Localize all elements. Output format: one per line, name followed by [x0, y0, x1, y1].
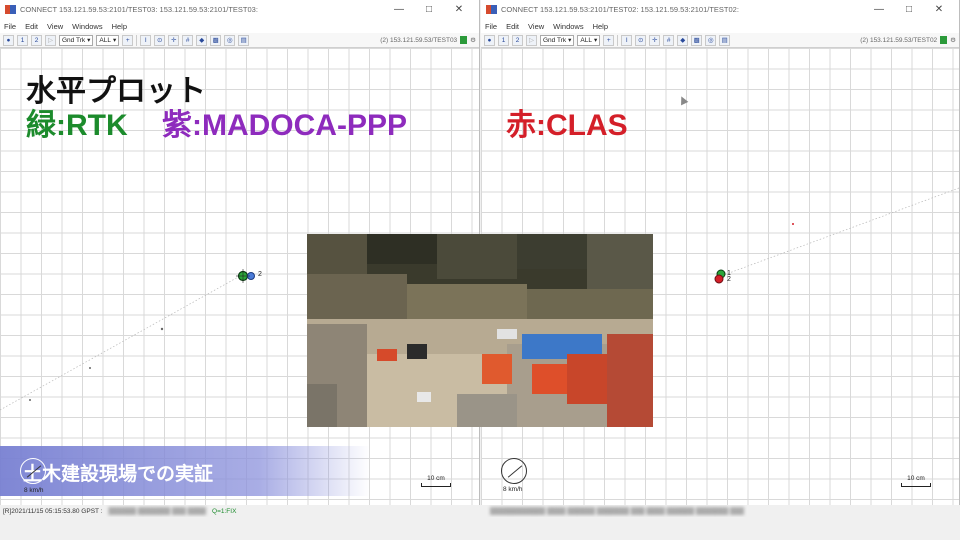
range-icon[interactable]: I: [621, 34, 633, 46]
stream-1-button[interactable]: 1: [17, 34, 28, 46]
dot-button[interactable]: ●: [484, 34, 495, 46]
dot-button[interactable]: ●: [3, 34, 14, 46]
app-icon: [5, 4, 16, 15]
menu-edit[interactable]: Edit: [506, 22, 519, 31]
track-line: [0, 275, 241, 411]
point-icon[interactable]: ◆: [196, 34, 208, 46]
grid-icon[interactable]: #: [182, 34, 194, 46]
stream-2-button[interactable]: 2: [512, 34, 523, 46]
center-icon[interactable]: ⊙: [635, 34, 647, 46]
plot-type-select[interactable]: Gnd Trk ▾: [59, 34, 94, 46]
caption-banner: 土木建設現場での実証 8 km/h: [0, 446, 370, 496]
crosshair-icon[interactable]: ✛: [649, 34, 661, 46]
flag-icon: [460, 36, 468, 44]
satellite-select[interactable]: ALL ▾: [577, 34, 601, 46]
banner-text: 土木建設現場での実証: [23, 464, 214, 485]
map-icon[interactable]: ▩: [210, 34, 222, 46]
settings-icon[interactable]: ⚙: [950, 36, 956, 44]
marker-label-2: 2: [727, 276, 731, 283]
status-bar: ████████████ ████ ██████ ███████ ███ ███…: [481, 505, 960, 517]
close-icon[interactable]: ✕: [449, 4, 469, 15]
toolbar: ● 1 2 ▷ Gnd Trk ▾ ALL ▾ + I ⊙ ✛ # ◆ ▩ ◎ ▤ …: [481, 33, 959, 48]
menu-windows[interactable]: Windows: [553, 22, 583, 31]
menu-edit[interactable]: Edit: [25, 22, 38, 31]
madoca-legend: 紫:MADOCA-PPP: [162, 109, 407, 142]
map-icon[interactable]: ▩: [691, 34, 703, 46]
clas-marker: [714, 274, 724, 284]
site-photo: [307, 234, 653, 427]
status-position-blurred: ████████████ ████ ██████ ███████ ███ ███…: [490, 507, 744, 515]
track-line: [720, 187, 959, 277]
menubar: File Edit View Windows Help: [481, 19, 959, 33]
rtk-legend: 緑:RTK: [26, 109, 128, 142]
speed-label: 8 km/h: [24, 487, 44, 494]
status-time: [R]2021/11/15 05:15:53.80 GPST :: [3, 507, 103, 515]
status-quality: Q=1:FIX: [212, 507, 237, 515]
image-icon[interactable]: ▤: [719, 34, 731, 46]
track-point: [89, 367, 91, 369]
right-titlebar[interactable]: CONNECT 153.121.59.53:2101/TEST02: 153.1…: [481, 0, 959, 19]
menu-view[interactable]: View: [47, 22, 63, 31]
stream-2-button[interactable]: 2: [31, 34, 42, 46]
compass-icon: [20, 458, 46, 484]
satellite-select[interactable]: ALL ▾: [96, 34, 120, 46]
stream-label: (2) 153.121.59.53/TEST03: [380, 36, 458, 44]
clas-legend: 赤:CLAS: [506, 109, 628, 142]
speed-label: 8 km/h: [503, 486, 523, 493]
flag-icon: [940, 36, 948, 44]
track-point: [160, 327, 164, 331]
menu-windows[interactable]: Windows: [72, 22, 102, 31]
menu-file[interactable]: File: [4, 22, 16, 31]
stream-1-button[interactable]: 1: [498, 34, 509, 46]
marker-label: 2: [258, 271, 262, 278]
menu-file[interactable]: File: [485, 22, 497, 31]
globe-icon[interactable]: ◎: [705, 34, 717, 46]
window-title: CONNECT 153.121.59.53:2101/TEST03: 153.1…: [20, 5, 258, 14]
menubar: File Edit View Windows Help: [0, 19, 479, 33]
point-icon[interactable]: ◆: [677, 34, 689, 46]
track-point: [29, 399, 31, 401]
stream-12-button[interactable]: ▷: [45, 34, 56, 46]
range-icon[interactable]: I: [140, 34, 152, 46]
close-icon[interactable]: ✕: [929, 4, 949, 15]
stream-12-button[interactable]: ▷: [526, 34, 537, 46]
minimize-icon[interactable]: —: [389, 4, 409, 15]
crosshair-icon[interactable]: ✛: [168, 34, 180, 46]
maximize-icon[interactable]: □: [899, 4, 919, 15]
add-icon[interactable]: +: [603, 34, 615, 46]
maximize-icon[interactable]: □: [419, 4, 439, 15]
center-icon[interactable]: ⊙: [154, 34, 166, 46]
status-position-blurred: ██████ ███████ ███ ████: [108, 507, 207, 515]
plot-type-select[interactable]: Gnd Trk ▾: [540, 34, 575, 46]
menu-view[interactable]: View: [528, 22, 544, 31]
scale-bar: 10 cm: [421, 475, 451, 487]
globe-icon[interactable]: ◎: [224, 34, 236, 46]
minimize-icon[interactable]: —: [869, 4, 889, 15]
grid-icon[interactable]: #: [663, 34, 675, 46]
menu-help[interactable]: Help: [593, 22, 608, 31]
status-bar: [R]2021/11/15 05:15:53.80 GPST : ██████ …: [0, 505, 480, 517]
settings-icon[interactable]: ⚙: [470, 36, 476, 44]
compass-icon: [501, 458, 527, 484]
track-point: [792, 223, 794, 225]
app-icon: [486, 4, 497, 15]
scale-bar: 10 cm: [901, 475, 931, 487]
image-icon[interactable]: ▤: [238, 34, 250, 46]
menu-help[interactable]: Help: [112, 22, 127, 31]
add-icon[interactable]: +: [122, 34, 134, 46]
toolbar: ● 1 2 ▷ Gnd Trk ▾ ALL ▾ + I ⊙ ✛ # ◆ ▩ ◎ ▤ …: [0, 33, 479, 48]
window-title: CONNECT 153.121.59.53:2101/TEST02: 153.1…: [501, 5, 739, 14]
stream-label: (2) 153.121.59.53/TEST02: [860, 36, 938, 44]
left-titlebar[interactable]: CONNECT 153.121.59.53:2101/TEST03: 153.1…: [0, 0, 479, 19]
